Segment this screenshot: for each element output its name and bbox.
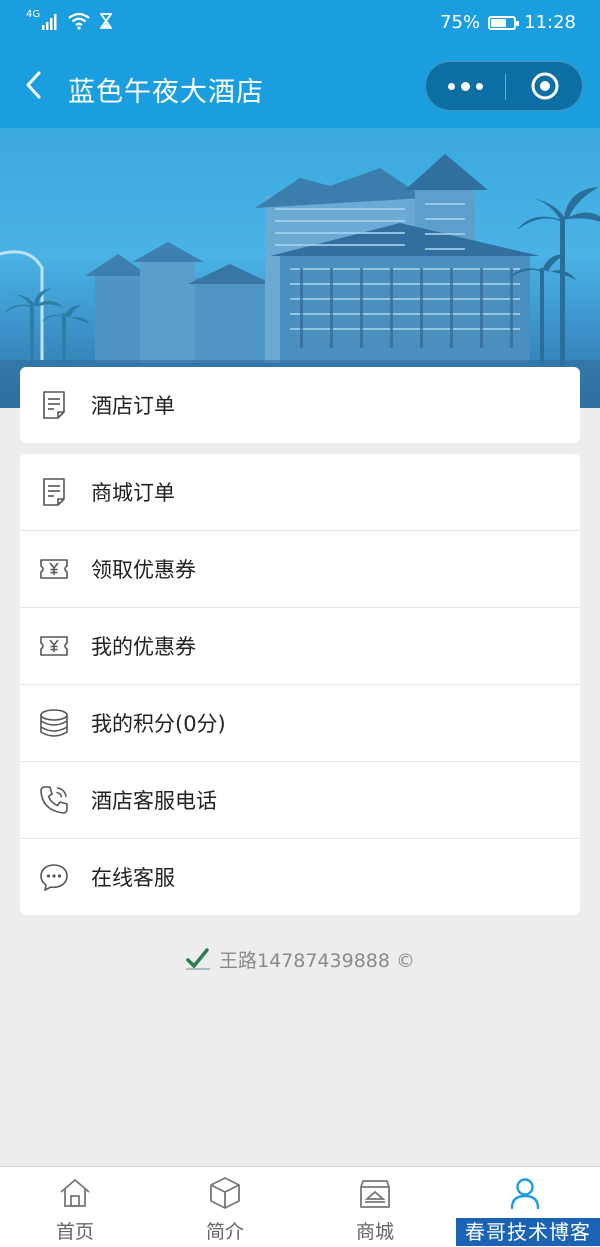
menu-item-mall-order[interactable]: 商城订单: [20, 454, 580, 530]
yen-ticket-icon: [40, 636, 68, 656]
menu-item-label: 领取优惠券: [91, 558, 196, 582]
close-button[interactable]: [506, 62, 583, 110]
copyright-note: 王路14787439888 ©: [0, 946, 600, 973]
hotel-building-photo: [0, 154, 600, 408]
tab-label: 简介: [205, 1221, 244, 1243]
menu-item-label: 酒店订单: [91, 394, 175, 418]
status-bar: 4G 75% 11:28: [0, 0, 600, 46]
menu-item-label: 我的积分(0分): [91, 712, 226, 736]
cube-icon: [210, 1177, 240, 1209]
back-button[interactable]: [20, 70, 50, 100]
menu-item-get-coupon[interactable]: 领取优惠券: [20, 530, 580, 607]
more-dots-icon: [448, 82, 455, 90]
tab-label: 首页: [55, 1221, 94, 1243]
menu-item-my-coupons[interactable]: 我的优惠券: [20, 607, 580, 684]
tab-label: 商城: [355, 1221, 394, 1243]
hotel-order-card: 酒店订单: [20, 367, 580, 443]
check-logo-icon: [185, 948, 210, 970]
clock: 11:28: [524, 12, 576, 33]
hourglass-icon: [100, 13, 113, 29]
menu-item-label: 我的优惠券: [91, 635, 196, 659]
home-icon: [60, 1179, 90, 1207]
wifi-icon: [68, 12, 90, 30]
target-circle-icon: [531, 72, 558, 100]
more-button[interactable]: [426, 62, 505, 110]
battery-percent: 75%: [440, 12, 481, 33]
menu-item-label: 酒店客服电话: [91, 789, 217, 813]
copyright-text: 王路14787439888 ©: [218, 950, 415, 972]
menu-item-label: 在线客服: [91, 866, 175, 890]
signal-icon: [42, 14, 57, 30]
chevron-left-icon: [26, 71, 41, 99]
watermark: 春哥技术博客: [456, 1218, 600, 1246]
battery-icon: [488, 15, 520, 30]
menu-item-label: 商城订单: [91, 481, 175, 505]
person-icon: [510, 1178, 540, 1210]
coins-stack-icon: [40, 709, 68, 737]
menu-item-hotel-order[interactable]: 酒店订单: [20, 367, 580, 443]
page-title: 蓝色午夜大酒店: [68, 77, 264, 108]
tab-home[interactable]: 首页: [0, 1167, 150, 1247]
menu-item-my-points[interactable]: 我的积分(0分): [20, 684, 580, 761]
menu-item-online-service[interactable]: 在线客服: [20, 838, 580, 915]
shop-box-icon: [360, 1180, 390, 1208]
tab-intro[interactable]: 简介: [150, 1167, 300, 1247]
miniprogram-capsule: [425, 61, 583, 111]
network-type: 4G: [26, 9, 41, 20]
account-menu-card: 商城订单 领取优惠券 我的优惠券 我的积分(0分) 酒店客服电话 在线客服: [20, 454, 580, 915]
document-icon: [43, 391, 65, 419]
menu-item-hotel-phone[interactable]: 酒店客服电话: [20, 761, 580, 838]
tab-mall[interactable]: 商城: [300, 1167, 450, 1247]
chat-bubble-icon: [40, 864, 68, 891]
phone-icon: [40, 786, 68, 814]
nav-bar: 蓝色午夜大酒店: [0, 46, 600, 128]
hotel-banner-image: [0, 128, 600, 408]
document-icon: [43, 478, 65, 506]
yen-ticket-icon: [40, 559, 68, 579]
